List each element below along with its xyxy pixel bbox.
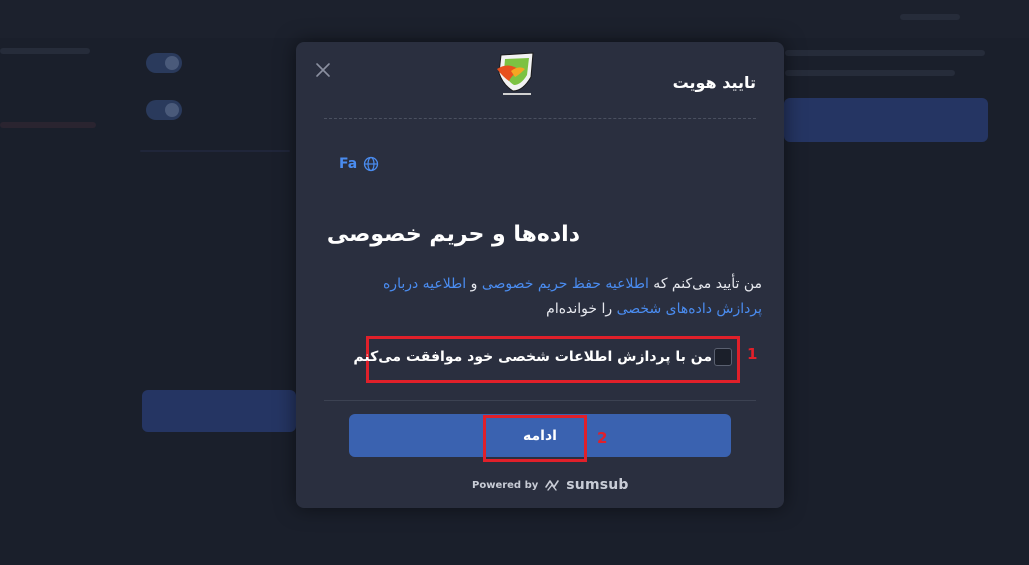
background-text bbox=[785, 70, 955, 76]
consent-text-part: و bbox=[466, 276, 482, 292]
modal-title: تایید هویت bbox=[672, 73, 756, 92]
annotation-marker-1: 1 bbox=[747, 345, 758, 363]
footer-divider bbox=[324, 400, 756, 401]
powered-by-footer: Powered by sumsub bbox=[472, 477, 629, 493]
close-icon[interactable] bbox=[314, 61, 332, 79]
language-switcher[interactable]: Fa bbox=[339, 156, 379, 172]
consent-text: من تأیید می‌کنم که اطلاعیه حفظ حریم خصوص… bbox=[346, 272, 762, 322]
background-text bbox=[0, 48, 90, 54]
powered-by-label: Powered by bbox=[472, 479, 539, 491]
consent-checkbox-label[interactable]: من با پردازش اطلاعات شخصی خود موافقت می‌… bbox=[353, 349, 712, 365]
background-text bbox=[785, 50, 985, 56]
consent-text-part: را خوانده‌ام bbox=[546, 301, 617, 317]
sumsub-icon bbox=[545, 480, 560, 491]
language-label: Fa bbox=[339, 156, 358, 172]
brand-name: sumsub bbox=[566, 477, 629, 493]
background-divider bbox=[140, 150, 290, 152]
globe-icon bbox=[364, 156, 379, 172]
background-text bbox=[0, 122, 96, 128]
logo-icon bbox=[491, 47, 541, 99]
privacy-notice-link[interactable]: اطلاعیه حفظ حریم خصوصی bbox=[482, 276, 649, 292]
background-text bbox=[900, 14, 960, 20]
consent-text-part: من تأیید می‌کنم که bbox=[648, 276, 762, 292]
consent-checkbox-row[interactable]: من با پردازش اطلاعات شخصی خود موافقت می‌… bbox=[353, 345, 732, 369]
background-topbar bbox=[0, 0, 1029, 38]
background-button bbox=[784, 98, 988, 142]
annotation-marker-2: 2 bbox=[597, 429, 608, 447]
header-divider bbox=[324, 118, 756, 119]
consent-checkbox[interactable] bbox=[714, 348, 732, 366]
verification-modal: تایید هویت Fa داده‌ها و حریم خصوصی من تأ… bbox=[296, 42, 784, 508]
background-button bbox=[142, 390, 296, 432]
background-toggle bbox=[146, 100, 182, 120]
section-heading: داده‌ها و حریم خصوصی bbox=[326, 222, 580, 247]
annotation-box-2 bbox=[483, 415, 587, 462]
background-toggle bbox=[146, 53, 182, 73]
